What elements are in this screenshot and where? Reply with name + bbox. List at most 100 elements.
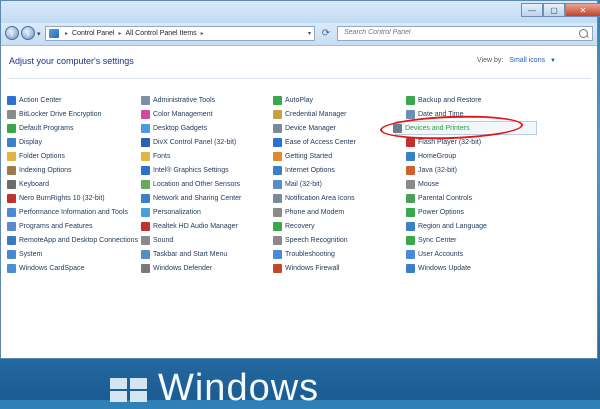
minimize-button[interactable]: — [521,3,543,17]
control-panel-item[interactable]: Mail (32-bit) [273,178,322,190]
control-panel-item[interactable]: Administrative Tools [141,94,215,106]
control-panel-item[interactable]: Sound [141,234,173,246]
applet-icon [141,123,150,133]
control-panel-item-label: Folder Options [19,152,65,160]
control-panel-item-label: Administrative Tools [153,96,216,104]
page-title: Adjust your computer's settings [9,56,134,66]
control-panel-item[interactable]: Display [7,136,42,148]
applet-icon [7,249,16,259]
search-icon[interactable] [579,29,588,38]
control-panel-item[interactable]: Phone and Modem [273,206,344,218]
control-panel-item[interactable]: RemoteApp and Desktop Connections [7,234,138,246]
control-panel-item[interactable]: Getting Started [273,150,332,162]
breadcrumb-control-panel[interactable]: Control Panel [72,30,114,37]
control-panel-item[interactable]: Taskbar and Start Menu [141,248,227,260]
control-panel-item-label: Phone and Modem [285,208,345,216]
control-panel-item[interactable]: Fonts [141,150,171,162]
control-panel-item[interactable]: Power Options [406,206,464,218]
control-panel-item-label: System [19,250,43,258]
control-panel-item[interactable]: HomeGroup [406,150,456,162]
applet-icon [273,137,282,147]
control-panel-item-label: Windows Defender [153,264,213,272]
applet-icon [273,123,282,133]
applet-icon [7,137,16,147]
control-panel-item[interactable]: System [7,248,42,260]
control-panel-item[interactable]: Intel® Graphics Settings [141,164,229,176]
breadcrumb-all-items[interactable]: All Control Panel Items [125,30,196,37]
control-panel-item[interactable]: Action Center [7,94,61,106]
address-dropdown-icon[interactable]: ▾ [308,30,311,37]
control-panel-item[interactable]: Internet Options [273,164,335,176]
refresh-icon[interactable]: ⟳ [319,26,333,41]
control-panel-item-label: Performance Information and Tools [19,208,128,216]
control-panel-item-label: Troubleshooting [285,250,335,258]
control-panel-item[interactable]: Color Management [141,108,213,120]
control-panel-item[interactable]: Device Manager [273,122,336,134]
control-panel-item[interactable]: Backup and Restore [406,94,481,106]
recent-pages-chevron-icon[interactable]: ▾ [37,30,41,38]
control-panel-item[interactable]: Recovery [273,220,315,232]
control-panel-item-label: AutoPlay [285,96,314,104]
control-panel-item[interactable]: Realtek HD Audio Manager [141,220,238,232]
chevron-down-icon[interactable]: ▼ [550,58,556,64]
address-bar[interactable]: ▸ Control Panel ▸ All Control Panel Item… [45,26,315,41]
control-panel-item[interactable]: Personalization [141,206,201,218]
control-panel-item[interactable]: BitLocker Drive Encryption [7,108,101,120]
control-panel-item-label: Credential Manager [285,110,347,118]
control-panel-icon [49,29,59,38]
control-panel-item[interactable]: Region and Language [406,220,487,232]
control-panel-item-label: Location and Other Sensors [153,180,241,188]
search-box[interactable] [337,26,593,41]
control-panel-item[interactable]: Performance Information and Tools [7,206,128,218]
control-panel-item[interactable]: Windows Update [406,262,471,274]
close-button[interactable]: ✕ [565,3,600,17]
applet-icon [406,137,415,147]
control-panel-item-label: Flash Player (32-bit) [418,138,482,146]
control-panel-item[interactable]: Windows CardSpace [7,262,84,274]
control-panel-item[interactable]: Network and Sharing Center [141,192,241,204]
control-panel-item[interactable]: Programs and Features [7,220,93,232]
back-arrow-icon[interactable]: ‹ [5,26,19,40]
control-panel-item-label: Windows Firewall [285,264,340,272]
control-panel-item[interactable]: Keyboard [7,178,49,190]
control-panel-item-label: Network and Sharing Center [153,194,242,202]
control-panel-item[interactable]: Location and Other Sensors [141,178,240,190]
applet-icon [273,165,282,175]
control-panel-item[interactable]: Indexing Options [7,164,72,176]
maximize-button[interactable]: ▢ [543,3,565,17]
control-panel-item[interactable]: DivX Control Panel (32-bit) [141,136,236,148]
view-by-label: View by: [477,57,504,64]
control-panel-item-label: Color Management [153,110,213,118]
control-panel-item[interactable]: Parental Controls [406,192,472,204]
control-panel-item[interactable]: Notification Area Icons [273,192,355,204]
applet-icon [7,179,16,189]
control-panel-item[interactable]: Speech Recognition [273,234,348,246]
forward-arrow-icon[interactable]: › [21,26,35,40]
control-panel-item[interactable]: AutoPlay [273,94,313,106]
control-panel-item[interactable]: Windows Defender [141,262,212,274]
control-panel-item[interactable]: User Accounts [406,248,463,260]
control-panel-item[interactable]: Sync Center [406,234,457,246]
applet-icon [7,123,16,133]
control-panel-item-label: Power Options [418,208,464,216]
control-panel-item[interactable]: Folder Options [7,150,65,162]
applet-icon [406,95,415,105]
control-panel-item[interactable]: Default Programs [7,122,73,134]
control-panel-item[interactable]: Nero BurnRights 10 (32-bit) [7,192,105,204]
breadcrumb-chevron-icon[interactable]: ▸ [118,30,121,37]
control-panel-item[interactable]: Credential Manager [273,108,346,120]
control-panel-item-label: BitLocker Drive Encryption [19,110,102,118]
breadcrumb-chevron-icon[interactable]: ▸ [201,30,204,37]
search-input[interactable] [344,29,574,36]
view-by-dropdown[interactable]: Small icons [509,57,545,64]
applet-icon [7,95,16,105]
applet-icon [141,95,150,105]
control-panel-item[interactable]: Mouse [406,178,439,190]
control-panel-item[interactable]: Windows Firewall [273,262,339,274]
control-panel-item[interactable]: Desktop Gadgets [141,122,207,134]
control-panel-item[interactable]: Troubleshooting [273,248,335,260]
control-panel-item-label: Parental Controls [418,194,473,202]
breadcrumb-chevron-icon[interactable]: ▸ [65,30,68,37]
control-panel-item[interactable]: Ease of Access Center [273,136,356,148]
control-panel-item[interactable]: Java (32-bit) [406,164,457,176]
